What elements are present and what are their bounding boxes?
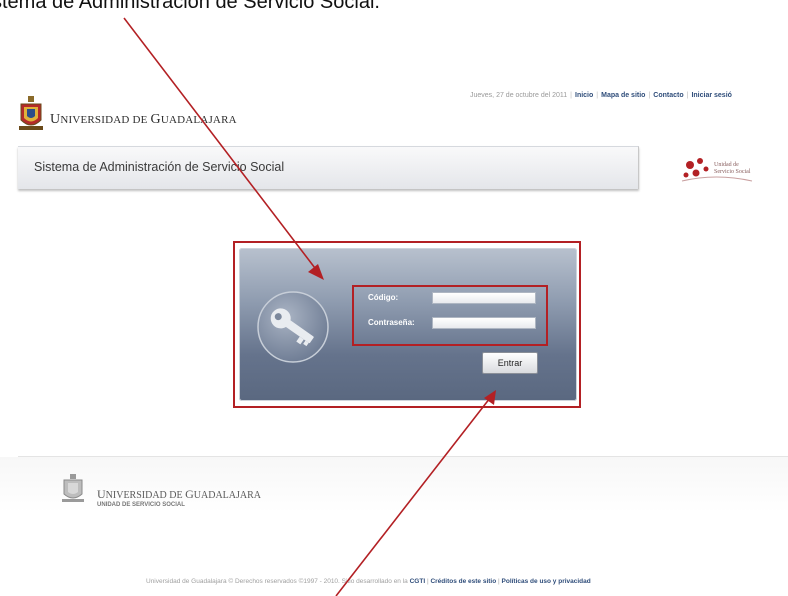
header-links: Jueves, 27 de octubre del 2011 | Inicio | Ma… <box>470 92 732 99</box>
page-title: Sistema de Administración de Servicio So… <box>34 160 285 174</box>
link-inicio[interactable]: Inicio <box>575 92 593 99</box>
link-politicas[interactable]: Políticas de uso y privacidad <box>502 578 591 585</box>
link-iniciar-sesion[interactable]: Iniciar sesió <box>691 92 731 99</box>
entrar-button[interactable]: Entrar <box>482 352 538 374</box>
footer-unit-name: UNIDAD DE SERVICIO SOCIAL <box>97 502 185 508</box>
link-creditos[interactable]: Créditos de este sitio <box>430 578 496 585</box>
link-cgti[interactable]: CGTI <box>410 578 426 585</box>
udg-crest-icon[interactable] <box>18 96 44 132</box>
codigo-input[interactable] <box>432 292 536 304</box>
key-icon <box>257 291 329 363</box>
udg-wordmark[interactable]: UNIVERSIDAD DE GUADALAJARA <box>50 112 237 128</box>
footer-wordmark: UNIVERSIDAD DE GUADALAJARA <box>97 487 262 501</box>
arrow-to-fields <box>123 17 319 273</box>
link-mapa-de-sitio[interactable]: Mapa de sitio <box>601 92 645 99</box>
footer <box>0 457 788 596</box>
footer-divider <box>18 456 788 457</box>
footer-crest-icon <box>62 474 84 502</box>
password-input[interactable] <box>432 317 536 329</box>
codigo-label: Código: <box>368 293 399 302</box>
header-date: Jueves, 27 de octubre del 2011 <box>470 92 568 99</box>
password-label: Contraseña: <box>368 318 415 327</box>
footer-copyright: Universidad de Guadalajara © Derechos re… <box>146 578 591 585</box>
link-contacto[interactable]: Contacto <box>653 92 683 99</box>
servicio-social-logo-text: Unidad de Servicio Social <box>714 162 751 175</box>
annotation-caption: stema de Administración de Servicio Soci… <box>0 0 380 13</box>
